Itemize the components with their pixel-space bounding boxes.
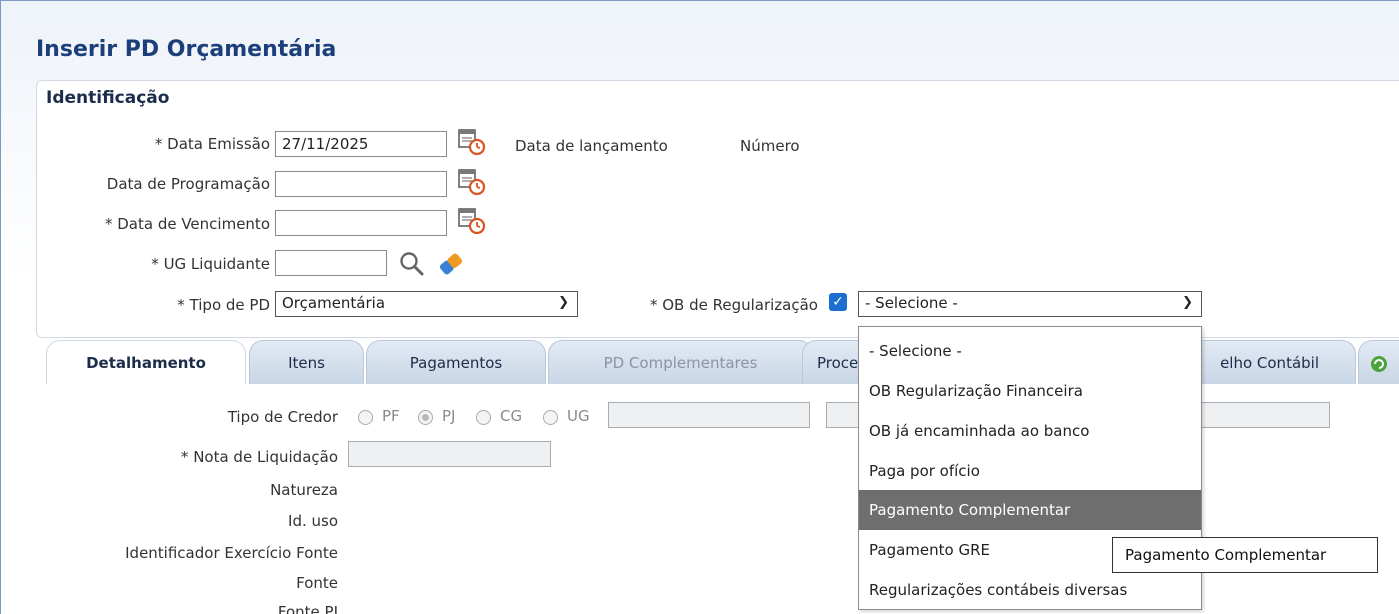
data-emissao-input[interactable]: 27/11/2025 (275, 131, 447, 157)
ob-select-value: - Selecione - (865, 294, 958, 312)
data-lancamento-label: Data de lançamento (515, 137, 668, 155)
tab-pd-complementares[interactable]: PD Complementares (548, 340, 813, 384)
tipo-pd-select-value: Orçamentária (282, 294, 386, 312)
dropdown-option[interactable]: OB já encaminhada ao banco (859, 411, 1201, 451)
eraser-icon[interactable] (436, 250, 466, 278)
refresh-icon (1371, 356, 1387, 372)
natureza-label: Natureza (270, 481, 338, 499)
calendar-icon[interactable] (456, 166, 486, 196)
option-tooltip: Pagamento Complementar (1112, 537, 1378, 573)
ug-liquidante-input[interactable] (275, 250, 387, 276)
tab-detalhamento[interactable]: Detalhamento (46, 340, 246, 384)
radio-cg[interactable] (476, 410, 491, 425)
id-uso-label: Id. uso (288, 512, 338, 530)
fonte-pj-label: Fonte PJ (277, 603, 338, 614)
chevron-down-icon: ❯ (558, 295, 569, 310)
numero-label: Número (740, 137, 800, 155)
dropdown-option[interactable]: OB Regularização Financeira (859, 371, 1201, 411)
ob-regularizacao-label: * OB de Regularização (649, 296, 818, 314)
dropdown-option[interactable]: - Selecione - (859, 331, 1201, 371)
page-title: Inserir PD Orçamentária (36, 37, 337, 62)
data-vencimento-input[interactable] (275, 210, 447, 236)
calendar-icon[interactable] (456, 126, 486, 156)
ob-regularizacao-checkbox[interactable]: ✓ (829, 293, 847, 311)
calendar-icon[interactable] (456, 205, 486, 235)
tab-itens[interactable]: Itens (249, 340, 364, 384)
fonte-label: Fonte (296, 574, 338, 592)
dropdown-option[interactable]: Paga por ofício (859, 451, 1201, 491)
search-icon[interactable] (398, 250, 426, 278)
tab-more[interactable] (1358, 340, 1399, 384)
identificador-exercicio-fonte-label: Identificador Exercício Fonte (125, 544, 338, 562)
data-programacao-label: Data de Programação (106, 175, 270, 193)
radio-pj-label: PJ (442, 407, 456, 425)
section-title-identificacao: Identificação (46, 88, 170, 108)
radio-ug-label: UG (567, 407, 590, 425)
dropdown-option-highlighted[interactable]: Pagamento Complementar (859, 490, 1201, 530)
tipo-pd-select[interactable]: Orçamentária ❯ (275, 291, 578, 317)
nota-liquidacao-input (348, 441, 551, 467)
tipo-pd-label: * Tipo de PD (177, 296, 270, 314)
radio-cg-label: CG (500, 407, 523, 425)
radio-ug[interactable] (543, 410, 558, 425)
radio-pj[interactable] (418, 410, 433, 425)
data-programacao-input[interactable] (275, 171, 447, 197)
ug-liquidante-label: * UG Liquidante (151, 255, 270, 273)
ob-regularizacao-select[interactable]: - Selecione - ❯ (858, 291, 1202, 317)
dropdown-option[interactable]: Regularizações contábeis diversas (859, 570, 1201, 610)
data-vencimento-label: * Data de Vencimento (104, 215, 270, 233)
chevron-down-icon: ❯ (1182, 295, 1193, 310)
nota-liquidacao-label: * Nota de Liquidação (180, 448, 338, 466)
credor-code-input (608, 402, 810, 428)
radio-pf-label: PF (382, 407, 400, 425)
tipo-credor-label: Tipo de Credor (227, 408, 338, 426)
tab-pagamentos[interactable]: Pagamentos (366, 340, 546, 384)
radio-pf[interactable] (358, 410, 373, 425)
data-emissao-label: * Data Emissão (154, 135, 270, 153)
